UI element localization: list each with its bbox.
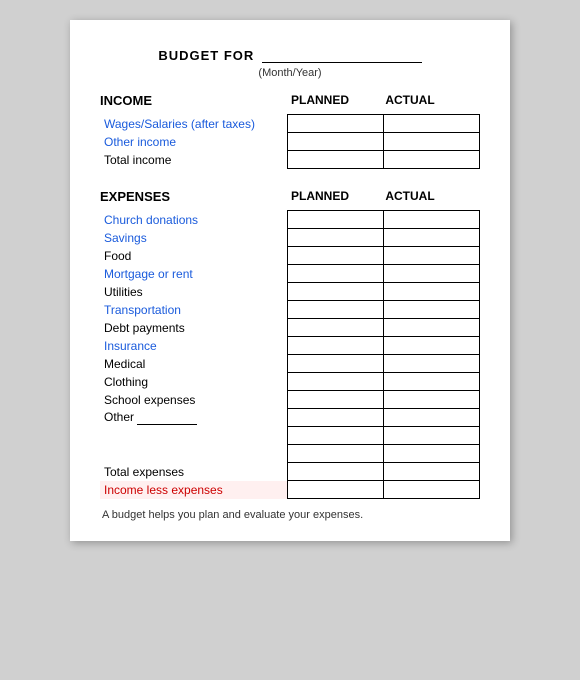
income-actual-cell[interactable] [383, 151, 479, 169]
footer-note: A budget helps you plan and evaluate you… [100, 509, 480, 521]
expenses-section-title: EXPENSES [100, 189, 275, 204]
income-actual-header: ACTUAL [365, 93, 455, 108]
expense-actual-cell[interactable] [383, 229, 479, 247]
expense-row: Medical [100, 355, 480, 373]
expense-blank-actual-cell[interactable] [383, 427, 479, 445]
income-less-expenses-actual-cell[interactable] [383, 481, 479, 499]
expense-actual-cell[interactable] [383, 409, 479, 427]
expense-row: Clothing [100, 373, 480, 391]
expenses-header-row: EXPENSES PLANNED ACTUAL [100, 189, 480, 204]
expense-row: Church donations [100, 211, 480, 229]
income-row: Wages/Salaries (after taxes) [100, 115, 480, 133]
expense-actual-cell[interactable] [383, 373, 479, 391]
expense-row-label: Food [100, 247, 287, 265]
income-row-label: Wages/Salaries (after taxes) [100, 115, 287, 133]
expense-row-label: Other [100, 409, 287, 427]
expense-row-label: Debt payments [100, 319, 287, 337]
expense-row-label: Medical [100, 355, 287, 373]
expense-actual-cell[interactable] [383, 391, 479, 409]
total-expenses-actual-cell[interactable] [383, 463, 479, 481]
expense-row-label: Transportation [100, 301, 287, 319]
expense-row: Mortgage or rent [100, 265, 480, 283]
expense-actual-cell[interactable] [383, 265, 479, 283]
income-row-label: Other income [100, 133, 287, 151]
expense-actual-cell[interactable] [383, 211, 479, 229]
expense-planned-cell[interactable] [287, 355, 383, 373]
expense-actual-cell[interactable] [383, 283, 479, 301]
expense-planned-cell[interactable] [287, 391, 383, 409]
expense-row: Insurance [100, 337, 480, 355]
expense-row: Utilities [100, 283, 480, 301]
total-expenses-label: Total expenses [100, 463, 287, 481]
expense-planned-cell[interactable] [287, 229, 383, 247]
expense-blank-label [100, 445, 287, 463]
income-row-label: Total income [100, 151, 287, 169]
total-expenses-planned-cell[interactable] [287, 463, 383, 481]
expense-actual-cell[interactable] [383, 337, 479, 355]
expense-row-label: Clothing [100, 373, 287, 391]
expenses-actual-header: ACTUAL [365, 189, 455, 204]
expense-blank-label [100, 427, 287, 445]
expense-planned-cell[interactable] [287, 265, 383, 283]
income-less-expenses-label: Income less expenses [100, 481, 287, 499]
expense-row-label: Utilities [100, 283, 287, 301]
income-actual-cell[interactable] [383, 115, 479, 133]
income-row: Other income [100, 133, 480, 151]
income-planned-cell[interactable] [287, 115, 383, 133]
income-header-row: INCOME PLANNED ACTUAL [100, 93, 480, 108]
expense-planned-cell[interactable] [287, 337, 383, 355]
expense-row-label: Savings [100, 229, 287, 247]
expense-row: Other [100, 409, 480, 427]
expense-blank-actual-cell[interactable] [383, 445, 479, 463]
expense-row-label: Insurance [100, 337, 287, 355]
income-actual-cell[interactable] [383, 133, 479, 151]
expense-blank-row [100, 445, 480, 463]
income-table: Wages/Salaries (after taxes)Other income… [100, 114, 480, 169]
total-expenses-row: Total expenses [100, 463, 480, 481]
expense-planned-cell[interactable] [287, 373, 383, 391]
income-planned-cell[interactable] [287, 133, 383, 151]
expense-row: School expenses [100, 391, 480, 409]
expense-row: Food [100, 247, 480, 265]
expenses-table: Church donationsSavingsFoodMortgage or r… [100, 210, 480, 499]
expenses-planned-header: PLANNED [275, 189, 365, 204]
expense-planned-cell[interactable] [287, 211, 383, 229]
expense-planned-cell[interactable] [287, 409, 383, 427]
expense-row: Transportation [100, 301, 480, 319]
expense-blank-row [100, 427, 480, 445]
month-year-label: (Month/Year) [100, 67, 480, 79]
expense-row: Debt payments [100, 319, 480, 337]
expense-planned-cell[interactable] [287, 283, 383, 301]
income-row: Total income [100, 151, 480, 169]
income-planned-header: PLANNED [275, 93, 365, 108]
budget-line [262, 48, 422, 63]
expense-row: Savings [100, 229, 480, 247]
expense-blank-planned-cell[interactable] [287, 445, 383, 463]
expense-row-label: Mortgage or rent [100, 265, 287, 283]
expense-planned-cell[interactable] [287, 319, 383, 337]
income-section-title: INCOME [100, 93, 275, 108]
expense-blank-planned-cell[interactable] [287, 427, 383, 445]
expense-actual-cell[interactable] [383, 355, 479, 373]
income-less-expenses-planned-cell[interactable] [287, 481, 383, 499]
expense-actual-cell[interactable] [383, 319, 479, 337]
income-planned-cell[interactable] [287, 151, 383, 169]
expense-actual-cell[interactable] [383, 301, 479, 319]
expense-row-label: School expenses [100, 391, 287, 409]
income-less-expenses-row: Income less expenses [100, 481, 480, 499]
expense-row-label: Church donations [100, 211, 287, 229]
expense-planned-cell[interactable] [287, 247, 383, 265]
budget-for-label: BUDGET FOR [158, 48, 254, 63]
expense-actual-cell[interactable] [383, 247, 479, 265]
expense-planned-cell[interactable] [287, 301, 383, 319]
budget-page: BUDGET FOR (Month/Year) INCOME PLANNED A… [70, 20, 510, 541]
title-row: BUDGET FOR [100, 48, 480, 63]
